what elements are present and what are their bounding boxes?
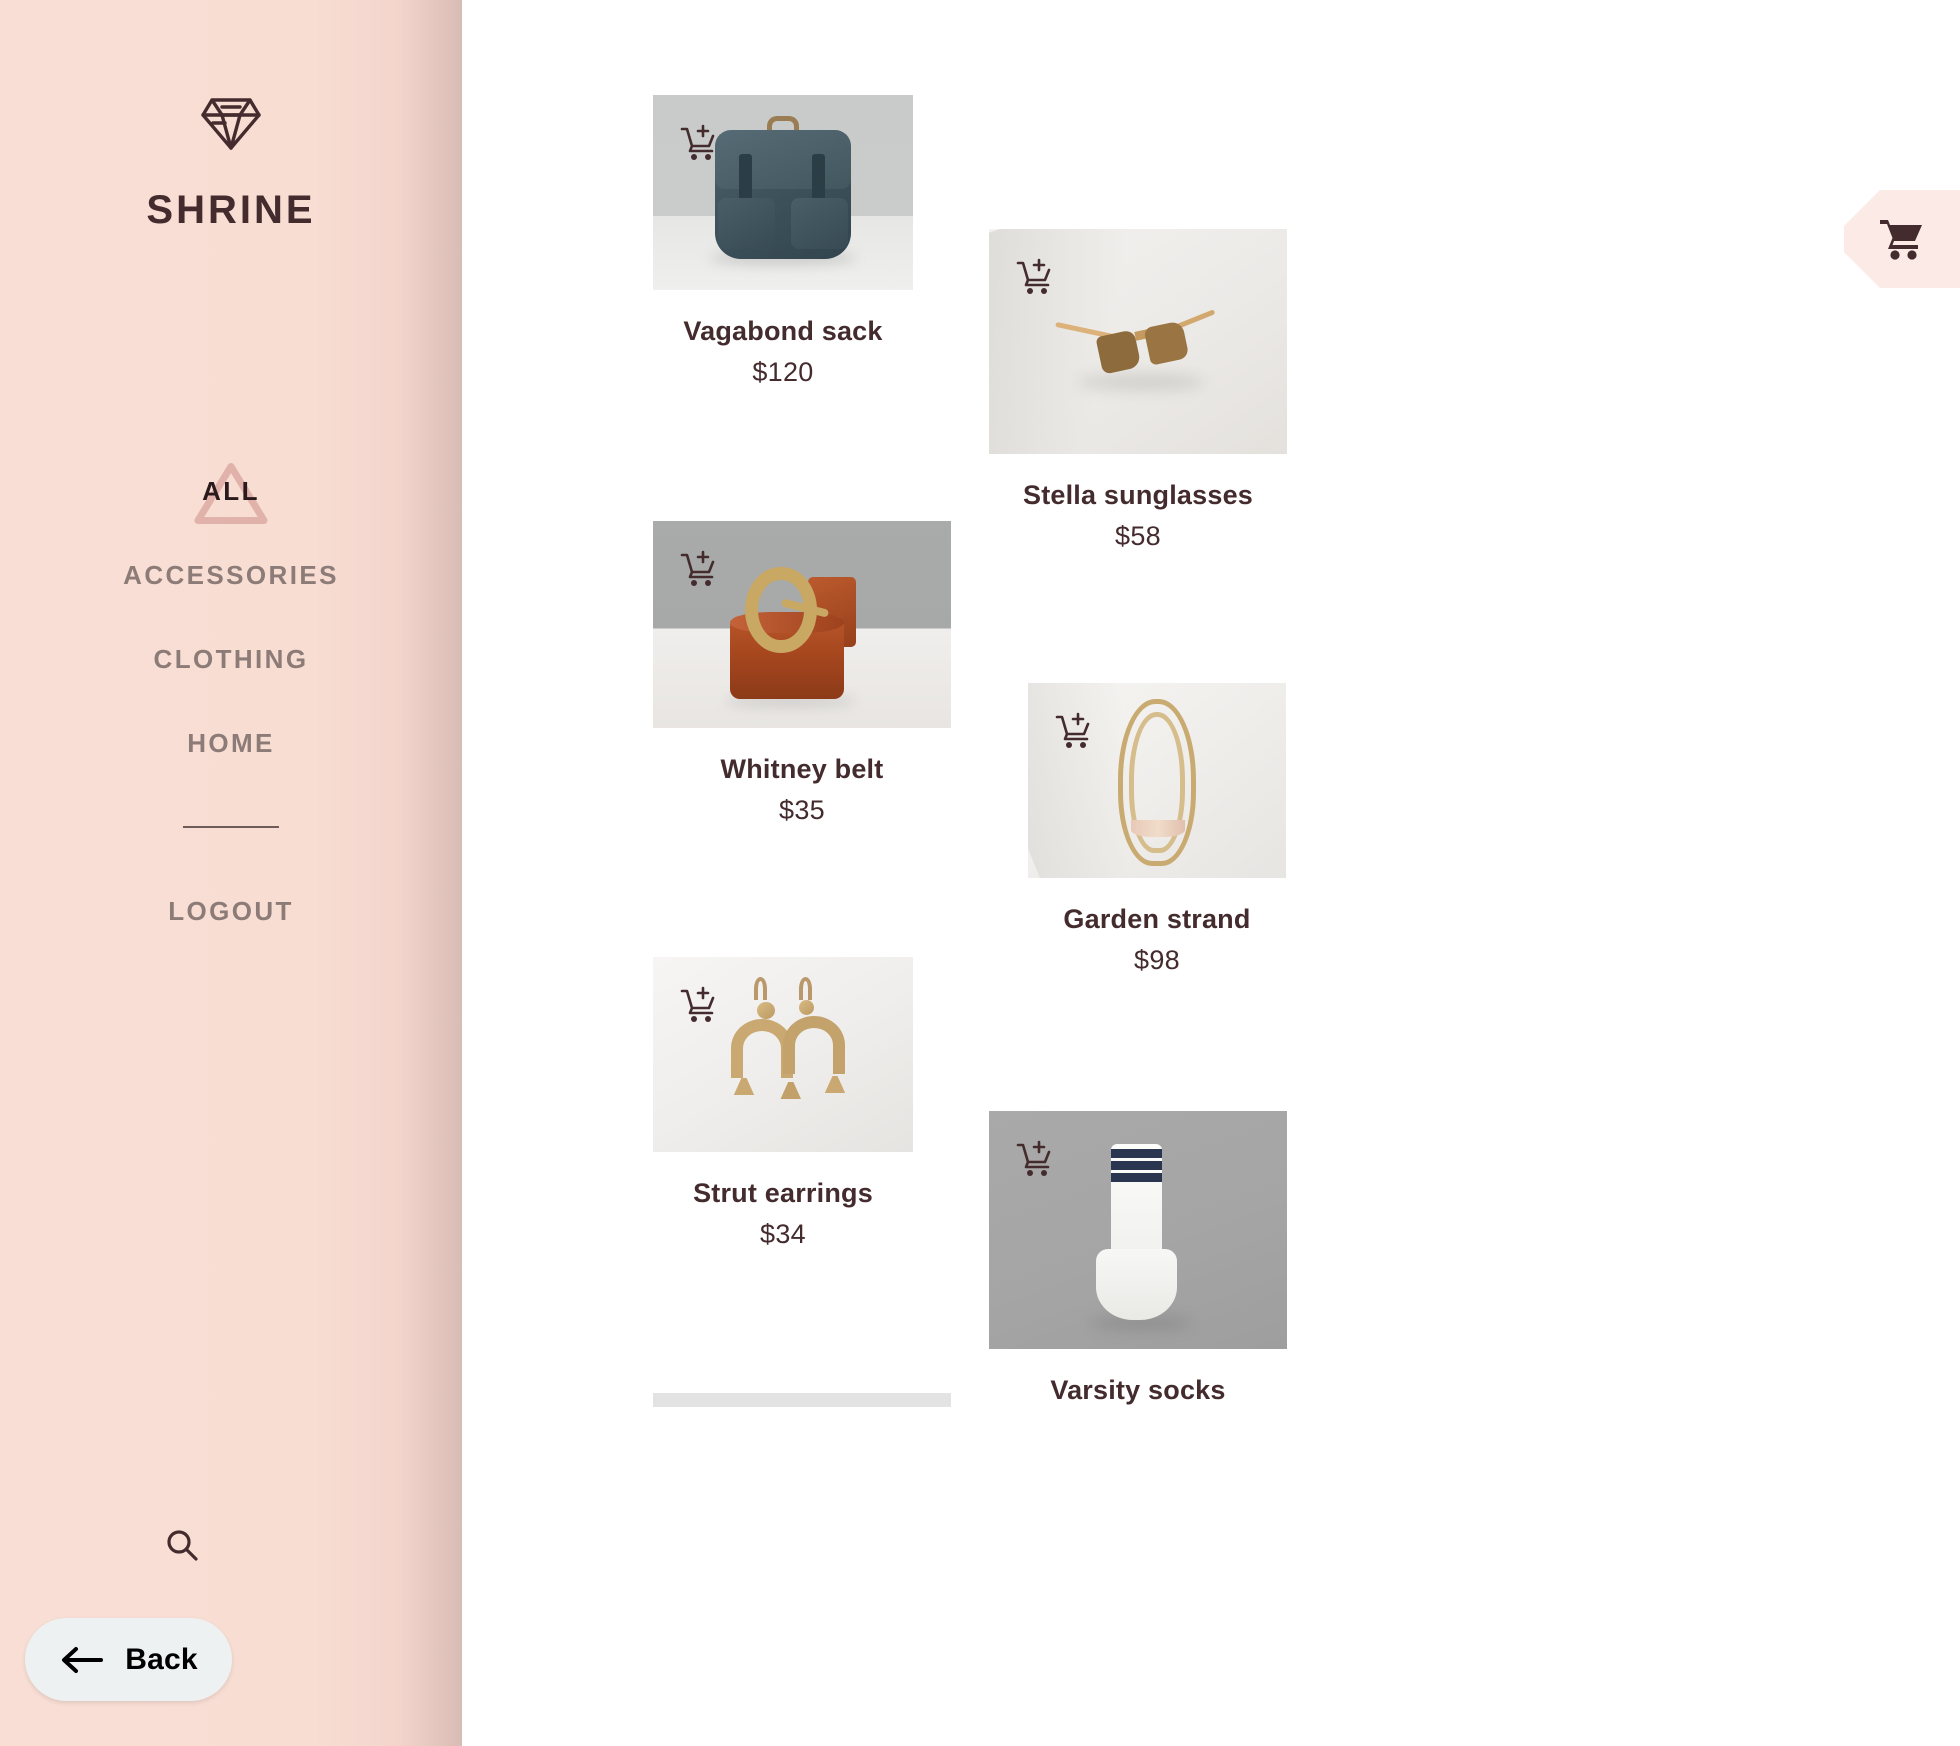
- add-to-cart-button[interactable]: [677, 981, 725, 1029]
- sidebar-item-label-all: ALL: [202, 475, 260, 506]
- product-card-garden-strand[interactable]: Garden strand $98: [1028, 683, 1286, 976]
- product-card-stella-sunglasses[interactable]: Stella sunglasses $58: [989, 229, 1287, 552]
- product-caption: Strut earrings $34: [653, 1178, 913, 1250]
- product-price: $58: [1115, 521, 1161, 551]
- add-to-cart-button[interactable]: [1013, 1135, 1061, 1183]
- product-caption: Whitney belt $35: [653, 754, 951, 826]
- product-name: Whitney belt: [720, 754, 884, 784]
- product-name: Garden strand: [1063, 904, 1251, 934]
- product-caption: Vagabond sack $120: [653, 316, 913, 388]
- nav-divider: [183, 826, 279, 828]
- brand-block: SHRINE: [146, 92, 315, 233]
- page-title: SHRINE: [146, 188, 316, 232]
- product-name: Varsity socks: [1050, 1375, 1226, 1405]
- product-image: [1028, 683, 1286, 878]
- product-image: [653, 521, 951, 728]
- product-card-strut-earrings[interactable]: Strut earrings $34: [653, 957, 913, 1250]
- nav-divider-wrap: [0, 785, 462, 869]
- product-grid: Vagabond sack $120 Stella sunglasses $58…: [462, 0, 1960, 1746]
- add-to-cart-button[interactable]: [677, 545, 725, 593]
- product-card-varsity-socks[interactable]: Varsity socks: [989, 1111, 1287, 1416]
- arrow-left-icon: [62, 1646, 104, 1673]
- product-image: [653, 95, 913, 290]
- add-to-cart-button[interactable]: [677, 119, 725, 167]
- product-name: Strut earrings: [693, 1178, 873, 1208]
- back-button[interactable]: Back: [25, 1618, 232, 1701]
- sidebar-item-accessories[interactable]: ACCESSORIES: [0, 533, 462, 617]
- add-to-cart-button[interactable]: [1013, 253, 1061, 301]
- search-button[interactable]: [154, 1518, 210, 1574]
- sidebar-item-all[interactable]: ALL: [0, 449, 462, 533]
- sidebar-navigation: SHRINE ALL ACCESSORIES CLOTHING HOME LOG…: [0, 0, 462, 1746]
- product-image: [989, 229, 1287, 454]
- add-to-cart-icon: [680, 550, 715, 586]
- diamond-icon: [200, 92, 262, 152]
- add-to-cart-icon: [680, 124, 715, 160]
- sidebar-item-label-accessories: ACCESSORIES: [123, 559, 339, 590]
- product-caption: Garden strand $98: [1028, 904, 1286, 976]
- product-card-vagabond-sack[interactable]: Vagabond sack $120: [653, 95, 913, 388]
- product-price: $34: [760, 1219, 806, 1249]
- product-card-whitney-belt[interactable]: Whitney belt $35: [653, 521, 951, 826]
- add-to-cart-icon: [1016, 1140, 1051, 1176]
- sidebar-item-logout[interactable]: LOGOUT: [0, 869, 462, 953]
- product-caption: Stella sunglasses $58: [989, 480, 1287, 552]
- product-name: Vagabond sack: [683, 316, 883, 346]
- product-price: $35: [779, 795, 825, 825]
- search-icon: [167, 1530, 198, 1561]
- add-to-cart-icon: [1055, 712, 1090, 748]
- product-image: [653, 957, 913, 1152]
- product-image: [989, 1111, 1287, 1349]
- add-to-cart-icon: [680, 986, 715, 1022]
- sidebar-item-label-clothing: CLOTHING: [153, 643, 309, 674]
- product-name: Stella sunglasses: [1022, 480, 1253, 510]
- back-button-label: Back: [125, 1642, 198, 1676]
- sidebar-item-home[interactable]: HOME: [0, 701, 462, 785]
- product-caption: Varsity socks: [989, 1375, 1287, 1406]
- product-price: $120: [752, 357, 814, 387]
- add-to-cart-button[interactable]: [1052, 707, 1100, 755]
- add-to-cart-icon: [1016, 258, 1051, 294]
- sidebar-item-label-logout: LOGOUT: [168, 895, 294, 926]
- sidebar-item-clothing[interactable]: CLOTHING: [0, 617, 462, 701]
- nav-list: ALL ACCESSORIES CLOTHING HOME LOGOUT: [0, 449, 462, 953]
- product-card-next-row-partial[interactable]: [653, 1393, 951, 1407]
- product-image: [653, 1393, 951, 1407]
- product-price: $98: [1134, 945, 1180, 975]
- sidebar-item-label-home: HOME: [187, 727, 275, 758]
